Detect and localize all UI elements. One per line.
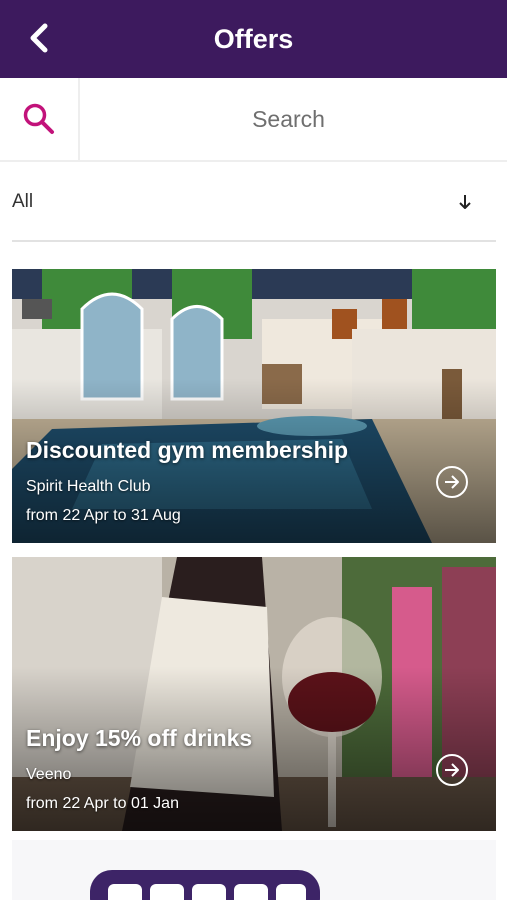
search-bar: [0, 78, 507, 162]
offer-dates: from 22 Apr to 31 Aug: [26, 507, 181, 524]
search-button[interactable]: [0, 78, 80, 160]
offer-venue: Spirit Health Club: [26, 478, 151, 495]
filter-label: All: [12, 191, 34, 212]
offer-venue: Veeno: [26, 766, 72, 783]
arrow-right-circle-icon[interactable]: [436, 466, 468, 498]
offer-details: Enjoy 15% off drinks Veeno from 22 Apr t…: [26, 725, 252, 813]
page-title: Offers: [213, 23, 294, 54]
offer-dates: from 22 Apr to 01 Jan: [26, 795, 179, 812]
back-button[interactable]: [22, 20, 56, 56]
offer-card[interactable]: Enjoy 15% off drinks Veeno from 22 Apr t…: [12, 557, 496, 831]
search-input[interactable]: [80, 78, 507, 160]
offer-details: Discounted gym membership Spirit Health …: [26, 437, 348, 525]
offer-image-illustration: [12, 840, 496, 900]
category-filter[interactable]: All: [12, 164, 496, 242]
search-icon: [23, 103, 54, 134]
offer-title: Discounted gym membership: [26, 437, 349, 463]
offer-card[interactable]: [12, 840, 496, 900]
arrow-right-circle-icon[interactable]: [436, 754, 468, 786]
offer-card[interactable]: Discounted gym membership Spirit Health …: [12, 269, 496, 543]
app-header: Offers: [0, 0, 507, 78]
offer-title: Enjoy 15% off drinks: [26, 725, 253, 751]
chevron-left-icon: [30, 23, 48, 53]
arrow-down-icon: [458, 194, 472, 210]
